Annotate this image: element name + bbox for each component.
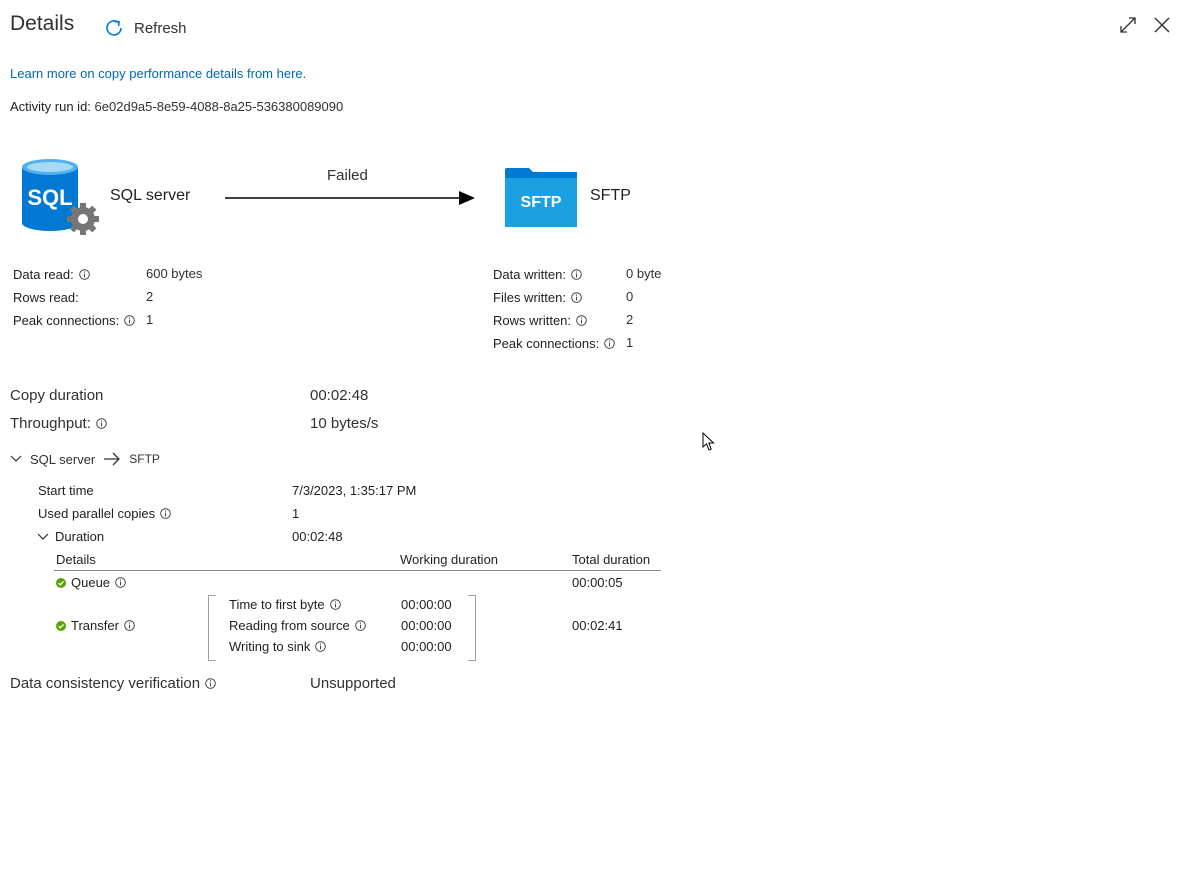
- info-icon[interactable]: [124, 620, 135, 631]
- stat-label: Rows written:: [493, 312, 572, 328]
- success-check-icon: [56, 577, 66, 588]
- close-icon[interactable]: [1152, 15, 1172, 35]
- table-header-working: Working duration: [400, 552, 499, 567]
- parallel-copies-value: 1: [292, 506, 300, 521]
- success-check-icon: [56, 620, 66, 631]
- stat-value: 2: [146, 289, 154, 304]
- info-icon[interactable]: [576, 314, 587, 326]
- stat-value: 0: [626, 289, 634, 304]
- info-icon[interactable]: [78, 268, 90, 280]
- expand-icon[interactable]: [1118, 15, 1138, 35]
- throughput-label-text: Throughput:: [10, 415, 91, 432]
- stat-value: 1: [626, 335, 634, 350]
- chevron-down-icon: [37, 533, 49, 540]
- transfer-bracket-left: [208, 595, 216, 661]
- queue-label: Queue: [71, 575, 111, 590]
- info-icon[interactable]: [315, 641, 327, 652]
- info-icon[interactable]: [124, 314, 135, 326]
- info-icon[interactable]: [354, 620, 366, 631]
- sink-name: SFTP: [590, 187, 631, 204]
- refresh-button[interactable]: Refresh: [104, 17, 187, 39]
- transfer-step-label: Reading from source: [229, 618, 350, 633]
- throughput-value: 10 bytes/s: [310, 415, 379, 432]
- stat-peak-connections: Peak connections:: [13, 311, 135, 329]
- activity-run-id: Activity run id: 6e02d9a5-8e59-4088-8a25…: [10, 99, 343, 114]
- chevron-down-icon: [10, 455, 22, 462]
- stat-label: Data written:: [493, 266, 566, 282]
- sftp-icon: SFTP: [505, 168, 577, 227]
- consistency-label: Data consistency verification: [10, 675, 216, 692]
- transfer-step: Writing to sink: [229, 639, 327, 654]
- stat-label: Data read:: [13, 266, 74, 282]
- info-icon[interactable]: [571, 268, 582, 280]
- transfer-step-value: 00:00:00: [401, 618, 452, 633]
- duration-label: Duration: [55, 529, 105, 544]
- consistency-label-text: Data consistency verification: [10, 675, 201, 692]
- arrow-right-icon: [104, 452, 121, 466]
- pipeline-section-toggle[interactable]: SQL server SFTP: [10, 450, 160, 468]
- stat-data-read: Data read:: [13, 265, 90, 283]
- run-id-value: 6e02d9a5-8e59-4088-8a25-536380089090: [94, 99, 344, 114]
- consistency-value: Unsupported: [310, 675, 396, 692]
- stat-data-written: Data written:: [493, 265, 582, 283]
- stat-label: Rows read:: [13, 289, 79, 305]
- panel-title: Details: [10, 12, 75, 35]
- learn-more-link[interactable]: Learn more on copy performance details f…: [10, 66, 306, 81]
- stat-rows-written: Rows written:: [493, 311, 587, 329]
- info-icon[interactable]: [160, 508, 171, 519]
- transfer-step-label: Writing to sink: [229, 639, 311, 654]
- stat-value: 1: [146, 312, 154, 327]
- copy-duration-value: 00:02:48: [310, 387, 369, 404]
- table-header-divider: [54, 570, 661, 571]
- table-header-total: Total duration: [572, 552, 651, 567]
- queue-row: Queue: [56, 575, 126, 590]
- info-icon[interactable]: [571, 291, 582, 303]
- info-icon[interactable]: [205, 678, 216, 689]
- flow-arrow-icon: [225, 191, 475, 205]
- stat-value: 0 byte: [626, 266, 662, 281]
- transfer-step-label: Time to first byte: [229, 597, 325, 612]
- stat-value: 2: [626, 312, 634, 327]
- stat-label: Peak connections:: [493, 335, 600, 351]
- stat-value: 600 bytes: [146, 266, 203, 281]
- parallel-copies-label-text: Used parallel copies: [38, 506, 156, 521]
- duration-value: 00:02:48: [292, 529, 343, 544]
- mouse-cursor-icon: [702, 432, 715, 451]
- section-sink: SFTP: [129, 452, 160, 466]
- sql-server-icon: SQL: [22, 159, 99, 235]
- sftp-logo-text: SFTP: [521, 194, 562, 211]
- copy-duration-label: Copy duration: [10, 387, 104, 404]
- parallel-copies-label: Used parallel copies: [38, 506, 171, 521]
- info-icon[interactable]: [329, 599, 341, 610]
- throughput-label: Throughput:: [10, 415, 107, 432]
- stat-label: Files written:: [493, 289, 566, 305]
- stat-peak-connections: Peak connections:: [493, 334, 615, 352]
- transfer-step: Time to first byte: [229, 597, 341, 612]
- refresh-label: Refresh: [134, 19, 187, 37]
- transfer-step: Reading from source: [229, 618, 366, 633]
- info-icon[interactable]: [96, 418, 107, 429]
- info-icon[interactable]: [604, 337, 615, 349]
- sql-logo-text: SQL: [27, 185, 72, 210]
- transfer-step-value: 00:00:00: [401, 597, 452, 612]
- transfer-label: Transfer: [71, 618, 119, 633]
- stat-rows-read: Rows read:: [13, 288, 79, 306]
- transfer-total: 00:02:41: [572, 618, 623, 633]
- transfer-step-value: 00:00:00: [401, 639, 452, 654]
- queue-total: 00:00:05: [572, 575, 623, 590]
- start-time-value: 7/3/2023, 1:35:17 PM: [292, 483, 417, 498]
- duration-toggle[interactable]: Duration: [37, 529, 104, 544]
- start-time-label: Start time: [38, 483, 94, 498]
- copy-status: Failed: [327, 167, 368, 184]
- section-source: SQL server: [30, 451, 96, 467]
- transfer-bracket-right: [468, 595, 476, 661]
- transfer-row: Transfer: [56, 618, 135, 633]
- run-id-label: Activity run id:: [10, 99, 91, 114]
- info-icon[interactable]: [115, 577, 126, 588]
- refresh-icon: [106, 20, 122, 36]
- stat-label: Peak connections:: [13, 312, 120, 328]
- source-name: SQL server: [110, 187, 191, 204]
- table-header-details: Details: [56, 552, 96, 567]
- stat-files-written: Files written:: [493, 288, 582, 306]
